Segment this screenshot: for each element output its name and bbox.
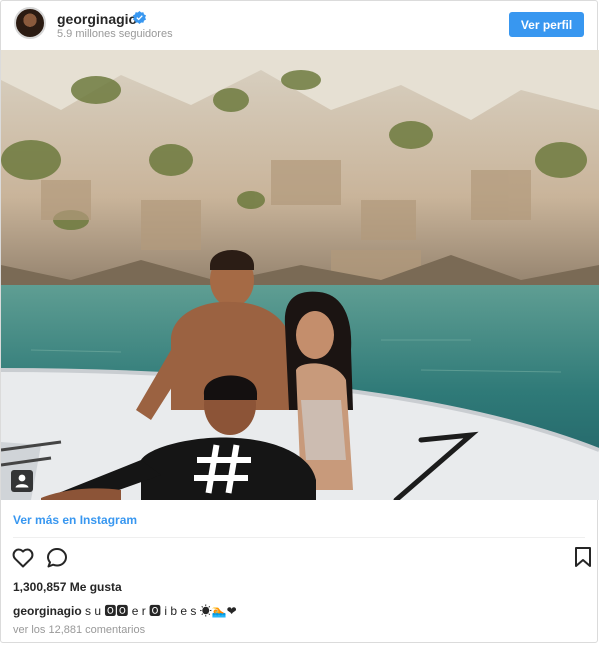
avatar[interactable]: [14, 7, 46, 39]
caption: georginagio s u 🅾🅾 e r 🅾 i b e s ☀🏊❤: [13, 602, 237, 619]
user-tag-icon[interactable]: [11, 470, 33, 492]
divider: [13, 537, 585, 538]
post-header: georginagio 5.9 millones seguidores Ver …: [1, 1, 597, 49]
bookmark-icon[interactable]: [573, 546, 593, 568]
likes-count[interactable]: 1,300,857 Me gusta: [13, 580, 122, 594]
view-profile-button[interactable]: Ver perfil: [509, 12, 584, 37]
view-more-on-instagram-link[interactable]: Ver más en Instagram: [13, 513, 137, 527]
post-photo[interactable]: [1, 50, 599, 500]
view-comments-link[interactable]: ver los 12,881 comentarios: [13, 624, 145, 636]
verified-badge-icon: [133, 11, 146, 24]
heart-icon[interactable]: [11, 546, 35, 570]
post-photo-illustration: [1, 50, 599, 500]
username[interactable]: georginagio: [57, 11, 137, 27]
caption-username[interactable]: georginagio: [13, 604, 82, 618]
instagram-embed-card: georginagio 5.9 millones seguidores Ver …: [0, 0, 599, 643]
caption-text: s u 🅾🅾 e r 🅾 i b e s ☀🏊❤: [85, 604, 237, 618]
comment-bubble-icon[interactable]: [45, 546, 69, 570]
followers-count: 5.9 millones seguidores: [57, 28, 173, 40]
